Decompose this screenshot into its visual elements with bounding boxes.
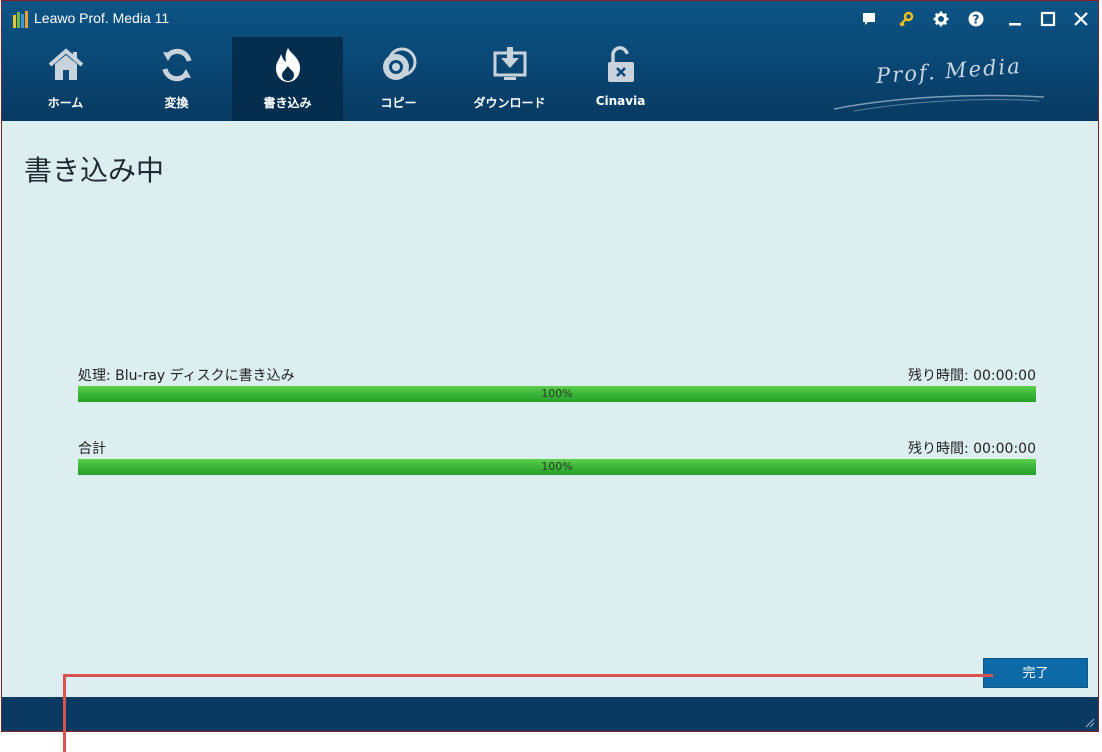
progress-percent-current: 100% [541,387,573,400]
progress-total-label: 合計 [78,441,106,457]
annotation-callout-line [63,674,993,677]
progress-current-remaining: 残り時間: 00:00:00 [907,368,1036,384]
burn-icon [268,45,308,85]
cinavia-unlock-icon [601,45,641,85]
progress-total: 合計 残り時間: 00:00:00 100% [78,438,1036,478]
app-title: Leawo Prof. Media 11 [34,10,170,26]
home-icon [46,45,86,85]
main-nav: ホーム 変換 書き込み コピー ダウンロード Cinavia [10,37,676,121]
minimize-icon[interactable] [1005,9,1025,29]
nav-item-burn[interactable]: 書き込み [232,37,343,121]
progress-total-remaining: 残り時間: 00:00:00 [907,441,1036,457]
app-logo-icon [13,11,28,28]
nav-item-home[interactable]: ホーム [10,37,121,121]
status-bar [2,697,1098,731]
nav-item-convert[interactable]: 変換 [121,37,232,121]
nav-item-download[interactable]: ダウンロード [454,37,565,121]
feedback-icon[interactable] [859,9,879,29]
nav-item-copy[interactable]: コピー [343,37,454,121]
convert-icon [157,45,197,85]
maximize-icon[interactable] [1038,9,1058,29]
help-icon[interactable]: ? [966,9,986,29]
nav-item-cinavia[interactable]: Cinavia [565,37,676,121]
copy-disc-icon [379,45,419,85]
progress-current: 処理: Blu-ray ディスクに書き込み 残り時間: 00:00:00 100… [78,365,1036,405]
gear-icon[interactable] [931,9,951,29]
annotation-callout-stem [63,674,66,752]
close-icon[interactable] [1071,9,1091,29]
app-window: Leawo Prof. Media 11 ? ホーム 変換 書き込み コピー ダ… [1,0,1099,732]
resize-grip-icon[interactable] [1085,718,1095,728]
nav-label-convert: 変換 [164,96,189,110]
key-icon[interactable] [896,9,916,29]
nav-label-home: ホーム [47,96,84,110]
nav-label-download: ダウンロード [473,96,546,110]
nav-label-burn: 書き込み [263,96,312,110]
progress-bar-total: 100% [78,459,1036,475]
progress-percent-total: 100% [541,460,573,473]
header: Leawo Prof. Media 11 ? ホーム 変換 書き込み コピー ダ… [2,1,1098,121]
brand-swoosh [834,94,1044,112]
svg-text:?: ? [973,13,980,27]
progress-current-label: 処理: Blu-ray ディスクに書き込み [78,368,295,384]
nav-label-cinavia: Cinavia [595,94,646,108]
nav-label-copy: コピー [380,96,417,110]
download-icon [490,45,530,85]
title-bar: Leawo Prof. Media 11 ? [2,1,1098,37]
progress-bar-current: 100% [78,386,1036,402]
page-title: 書き込み中 [24,154,165,187]
done-button[interactable]: 完了 [983,658,1088,688]
